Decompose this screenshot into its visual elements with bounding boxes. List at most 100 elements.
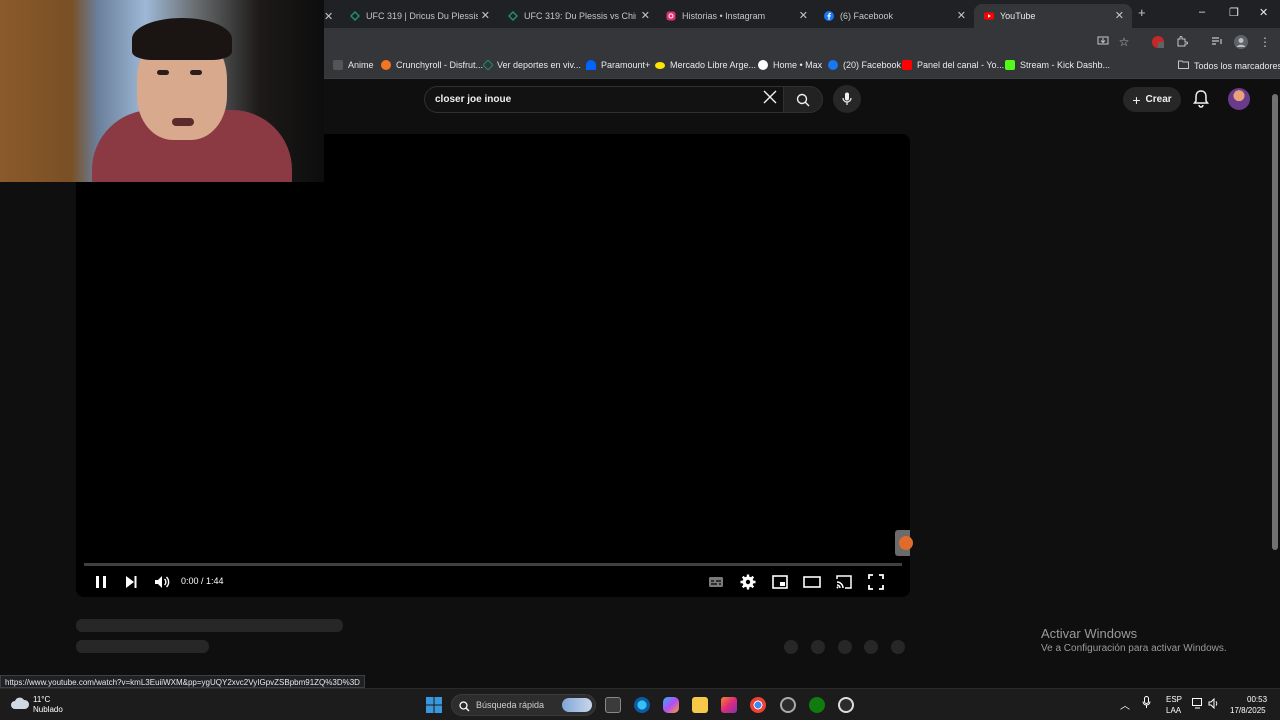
close-window-icon[interactable]: ✕ [1259, 6, 1268, 19]
tab-ufc-dricus[interactable]: UFC 319 | Dricus Du Plessis vs. K ✕ [340, 4, 498, 28]
bookmark-crunchyroll[interactable]: Crunchyroll - Disfrut... [381, 60, 483, 70]
deportes-icon [482, 59, 494, 71]
speaker-icon[interactable] [1208, 697, 1220, 711]
tab-youtube[interactable]: YouTube ✕ [974, 4, 1132, 28]
tab-title: UFC 319: Du Plessis vs Chimaev [524, 11, 636, 21]
video-player[interactable]: 0:00 / 1:44 [76, 134, 910, 597]
tab-ufc-du-plessis[interactable]: UFC 319: Du Plessis vs Chimaev ✕ [498, 4, 658, 28]
page-scrollbar[interactable] [1270, 80, 1280, 688]
create-label: Crear [1145, 94, 1172, 105]
tab-close-partial[interactable]: ✕ [324, 4, 334, 28]
edge-browser-icon[interactable] [634, 697, 650, 713]
file-explorer-icon[interactable] [692, 697, 708, 713]
clear-search-icon[interactable] [763, 90, 777, 109]
instagram-icon [666, 11, 676, 21]
search-input[interactable]: closer joe inoue [424, 86, 784, 113]
browser-menu-icon[interactable]: ⋮ [1258, 35, 1272, 49]
search-query-text: closer joe inoue [435, 94, 512, 105]
media-control-icon[interactable] [1210, 35, 1224, 49]
minimize-icon[interactable]: – [1199, 6, 1205, 18]
chrome-icon[interactable] [750, 697, 766, 713]
subtitles-icon[interactable] [706, 572, 726, 592]
keyboard-language-top[interactable]: ESP [1166, 695, 1182, 704]
webcam-overlay [0, 0, 324, 182]
cloud-weather-icon[interactable] [10, 696, 30, 715]
mercadolibre-icon [655, 61, 665, 69]
action-placeholder [891, 640, 905, 654]
tab-close-icon[interactable]: ✕ [481, 9, 490, 22]
bookmark-facebook[interactable]: (20) Facebook [828, 60, 901, 70]
action-placeholder [784, 640, 798, 654]
tray-chevron-up-icon[interactable]: ︿ [1120, 697, 1130, 712]
notifications-bell-icon[interactable] [1192, 89, 1210, 109]
volume-icon[interactable] [152, 572, 172, 592]
bookmark-label: Paramount+ [601, 60, 651, 70]
xbox-icon[interactable] [809, 697, 825, 713]
video-progress-bar[interactable] [84, 563, 902, 566]
extensions-puzzle-icon[interactable] [1175, 35, 1189, 49]
bookmark-star-icon[interactable]: ☆ [1117, 35, 1131, 49]
network-icon[interactable] [1192, 698, 1204, 711]
scrollbar-thumb[interactable] [1272, 94, 1278, 550]
cast-icon[interactable] [834, 572, 854, 592]
bookmark-max[interactable]: Home • Max [758, 60, 822, 70]
tab-close-icon[interactable]: ✕ [957, 9, 966, 22]
theater-mode-icon[interactable] [802, 572, 822, 592]
bookmark-label: Stream - Kick Dashb... [1020, 60, 1111, 70]
facebook-icon [824, 11, 834, 21]
restore-icon[interactable]: ❐ [1229, 6, 1239, 19]
instagram-app-icon[interactable] [721, 697, 737, 713]
webcam-eye-left [157, 70, 169, 75]
task-view-icon[interactable] [605, 697, 621, 713]
bookmark-deportes[interactable]: Ver deportes en viv... [482, 59, 581, 71]
copilot-icon[interactable] [663, 697, 679, 713]
tab-facebook[interactable]: (6) Facebook ✕ [814, 4, 974, 28]
clock-time[interactable]: 00:53 [1247, 695, 1267, 704]
bookmark-paramount[interactable]: Paramount+ [586, 60, 650, 70]
tab-close-icon[interactable]: ✕ [641, 9, 650, 22]
next-video-icon[interactable] [121, 572, 141, 592]
clock-date[interactable]: 17/8/2025 [1230, 706, 1266, 715]
plus-icon: + [1132, 91, 1141, 108]
bookmark-youtube-studio[interactable]: Panel del canal - Yo... [902, 60, 1004, 70]
all-bookmarks-folder[interactable]: Todos los marcadores [1178, 60, 1280, 71]
search-icon [459, 699, 470, 717]
action-placeholder [838, 640, 852, 654]
profile-avatar-icon[interactable] [1234, 35, 1248, 49]
miniplayer-icon[interactable] [770, 572, 790, 592]
extension-badge-icon[interactable] [1151, 35, 1165, 49]
youtube-studio-icon [902, 60, 912, 70]
taskbar-search-input[interactable]: Búsqueda rápida [451, 694, 596, 716]
tray-microphone-icon[interactable] [1142, 696, 1151, 711]
new-tab-plus-icon[interactable]: + [1138, 5, 1146, 20]
install-app-icon[interactable] [1096, 35, 1110, 49]
tab-close-icon[interactable]: ✕ [1115, 9, 1124, 22]
bookmark-kick[interactable]: Stream - Kick Dashb... [1005, 60, 1110, 70]
pause-icon[interactable] [91, 572, 111, 592]
tab-instagram[interactable]: Historias • Instagram ✕ [656, 4, 816, 28]
fullscreen-icon[interactable] [866, 572, 886, 592]
app-circle-icon[interactable] [838, 697, 854, 713]
create-button[interactable]: + Crear [1123, 87, 1181, 112]
facebook-icon [828, 60, 838, 70]
settings-gear-icon[interactable] [738, 572, 758, 592]
weather-description: Nublado [33, 705, 63, 714]
user-avatar[interactable] [1228, 88, 1250, 110]
tab-title: (6) Facebook [840, 11, 894, 21]
action-placeholder [864, 640, 878, 654]
bookmark-mercadolibre[interactable]: Mercado Libre Arge... [655, 60, 756, 70]
voice-search-button[interactable] [833, 85, 861, 113]
bookmark-label: Home • Max [773, 60, 823, 70]
keyboard-language-bottom[interactable]: LAA [1166, 706, 1181, 715]
overlay-badge-icon[interactable] [895, 530, 913, 556]
bookmark-label: Mercado Libre Arge... [670, 60, 757, 70]
bookmark-label: (20) Facebook [843, 60, 902, 70]
bookmark-anime[interactable]: Anime [333, 60, 374, 70]
windows-start-icon[interactable] [426, 697, 442, 718]
channel-placeholder [76, 640, 209, 653]
search-button[interactable] [783, 86, 823, 113]
obs-icon[interactable] [780, 697, 796, 713]
webcam-mouth [172, 118, 194, 126]
paramount-icon [586, 60, 596, 70]
tab-close-icon[interactable]: ✕ [799, 9, 808, 22]
